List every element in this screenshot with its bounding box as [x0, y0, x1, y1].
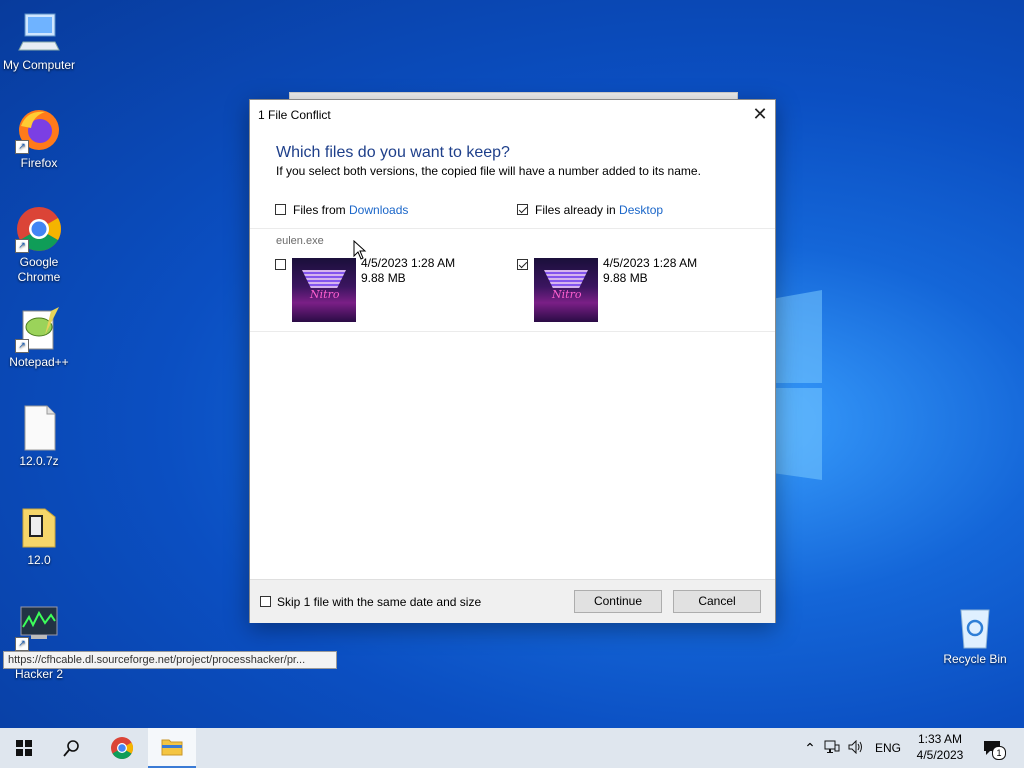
close-icon: ✕ [752, 104, 768, 124]
url-tooltip: https://cfhcable.dl.sourceforge.net/proj… [3, 651, 337, 669]
file-icon [15, 404, 63, 452]
dialog-title: 1 File Conflict [258, 108, 331, 122]
volume-icon[interactable] [844, 739, 868, 757]
file-conflict-dialog: 1 File Conflict ✕ Which files do you wan… [249, 99, 776, 623]
notification-count: 1 [992, 746, 1006, 760]
desktop-icon-my-computer[interactable]: My Computer [0, 8, 78, 73]
chrome-icon: ↗ [15, 205, 63, 253]
left-file-size: 9.88 MB [361, 271, 406, 285]
clock-date: 4/5/2023 [916, 748, 964, 762]
chevron-up-icon[interactable]: ⌃ [800, 740, 820, 757]
search-icon [63, 740, 79, 757]
right-file-thumbnail[interactable]: Nitro [534, 258, 598, 322]
close-button[interactable]: ✕ [745, 100, 775, 130]
downloads-link[interactable]: Downloads [349, 203, 408, 217]
desktop-icon-archive[interactable]: 12.0.7z [0, 404, 78, 469]
dialog-titlebar[interactable]: 1 File Conflict ✕ [250, 100, 775, 130]
taskbar: ⌃ ENG 1:33 AM 4/5/2023 1 [0, 728, 1024, 768]
taskbar-chrome[interactable] [98, 728, 146, 768]
source-prefix: Files from [293, 203, 350, 217]
right-file-meta: 4/5/2023 1:28 AM 9.88 MB [603, 256, 697, 286]
right-file-checkbox[interactable] [517, 259, 528, 270]
left-file-thumbnail[interactable]: Nitro [292, 258, 356, 322]
network-icon[interactable] [820, 740, 844, 757]
desktop-icon-label: 12.0 [27, 553, 51, 567]
dialog-footer: Skip 1 file with the same date and size … [250, 579, 775, 623]
skip-same-label[interactable]: Skip 1 file with the same date and size [277, 595, 481, 609]
dialog-heading: Which files do you want to keep? [276, 144, 510, 161]
desktop-icon-label: 12.0.7z [19, 454, 59, 468]
divider [250, 228, 775, 229]
desktop-icon-label: My Computer [2, 58, 76, 72]
conflict-file-name: eulen.exe [276, 235, 324, 247]
desktop-icon-recycle-bin[interactable]: Recycle Bin [936, 602, 1014, 667]
dest-prefix: Files already in [535, 203, 620, 217]
firefox-icon: ↗ [15, 106, 63, 154]
desktop-link[interactable]: Desktop [619, 203, 663, 217]
notification-center-button[interactable]: 1 [970, 728, 1014, 768]
monitor-chart-icon: ↗ [15, 603, 63, 651]
dialog-subtext: If you select both versions, the copied … [276, 164, 701, 178]
desktop-icon-notepad-plus[interactable]: ↗ Notepad++ [0, 305, 78, 370]
desktop-icon-label: Google Chrome [17, 255, 61, 284]
notepad-plus-icon: ↗ [15, 305, 63, 353]
dest-files-checkbox[interactable] [517, 204, 528, 215]
taskbar-file-explorer[interactable] [148, 728, 196, 768]
clock[interactable]: 1:33 AM 4/5/2023 [905, 731, 975, 763]
start-button[interactable] [0, 728, 48, 768]
left-file-meta: 4/5/2023 1:28 AM 9.88 MB [361, 256, 455, 286]
notification-icon: 1 [983, 740, 1006, 760]
right-file-date: 4/5/2023 1:28 AM [603, 256, 698, 270]
folder-icon [15, 503, 63, 551]
cancel-button[interactable]: Cancel [673, 590, 761, 613]
desktop-icon-label: Hacker 2 [14, 667, 64, 681]
source-files-checkbox[interactable] [275, 204, 286, 215]
continue-button[interactable]: Continue [574, 590, 662, 613]
language-indicator[interactable]: ENG [868, 741, 908, 755]
desktop-icon-label: Firefox [20, 156, 58, 170]
chrome-icon [111, 737, 133, 759]
desktop-icon-label: Notepad++ [9, 355, 69, 369]
left-file-checkbox[interactable] [275, 259, 286, 270]
desktop-icon-chrome[interactable]: ↗ Google Chrome [0, 205, 78, 285]
divider [250, 331, 775, 332]
left-file-date: 4/5/2023 1:28 AM [361, 256, 456, 270]
file-explorer-icon [161, 739, 183, 756]
mouse-cursor-icon [353, 239, 367, 265]
system-tray: ⌃ ENG [800, 728, 908, 768]
right-file-size: 9.88 MB [603, 271, 648, 285]
windows-start-icon [16, 740, 32, 756]
search-button[interactable] [48, 728, 96, 768]
desktop-icon-firefox[interactable]: ↗ Firefox [0, 106, 78, 171]
desktop-icon-folder[interactable]: 12.0 [0, 503, 78, 568]
skip-same-checkbox[interactable] [260, 596, 271, 607]
source-files-label[interactable]: Files from Downloads [293, 203, 408, 217]
clock-time: 1:33 AM [917, 732, 963, 746]
computer-icon [15, 8, 63, 56]
recycle-bin-icon [951, 602, 999, 650]
dest-files-label[interactable]: Files already in Desktop [535, 203, 663, 217]
desktop-icon-label: Recycle Bin [943, 652, 1007, 666]
